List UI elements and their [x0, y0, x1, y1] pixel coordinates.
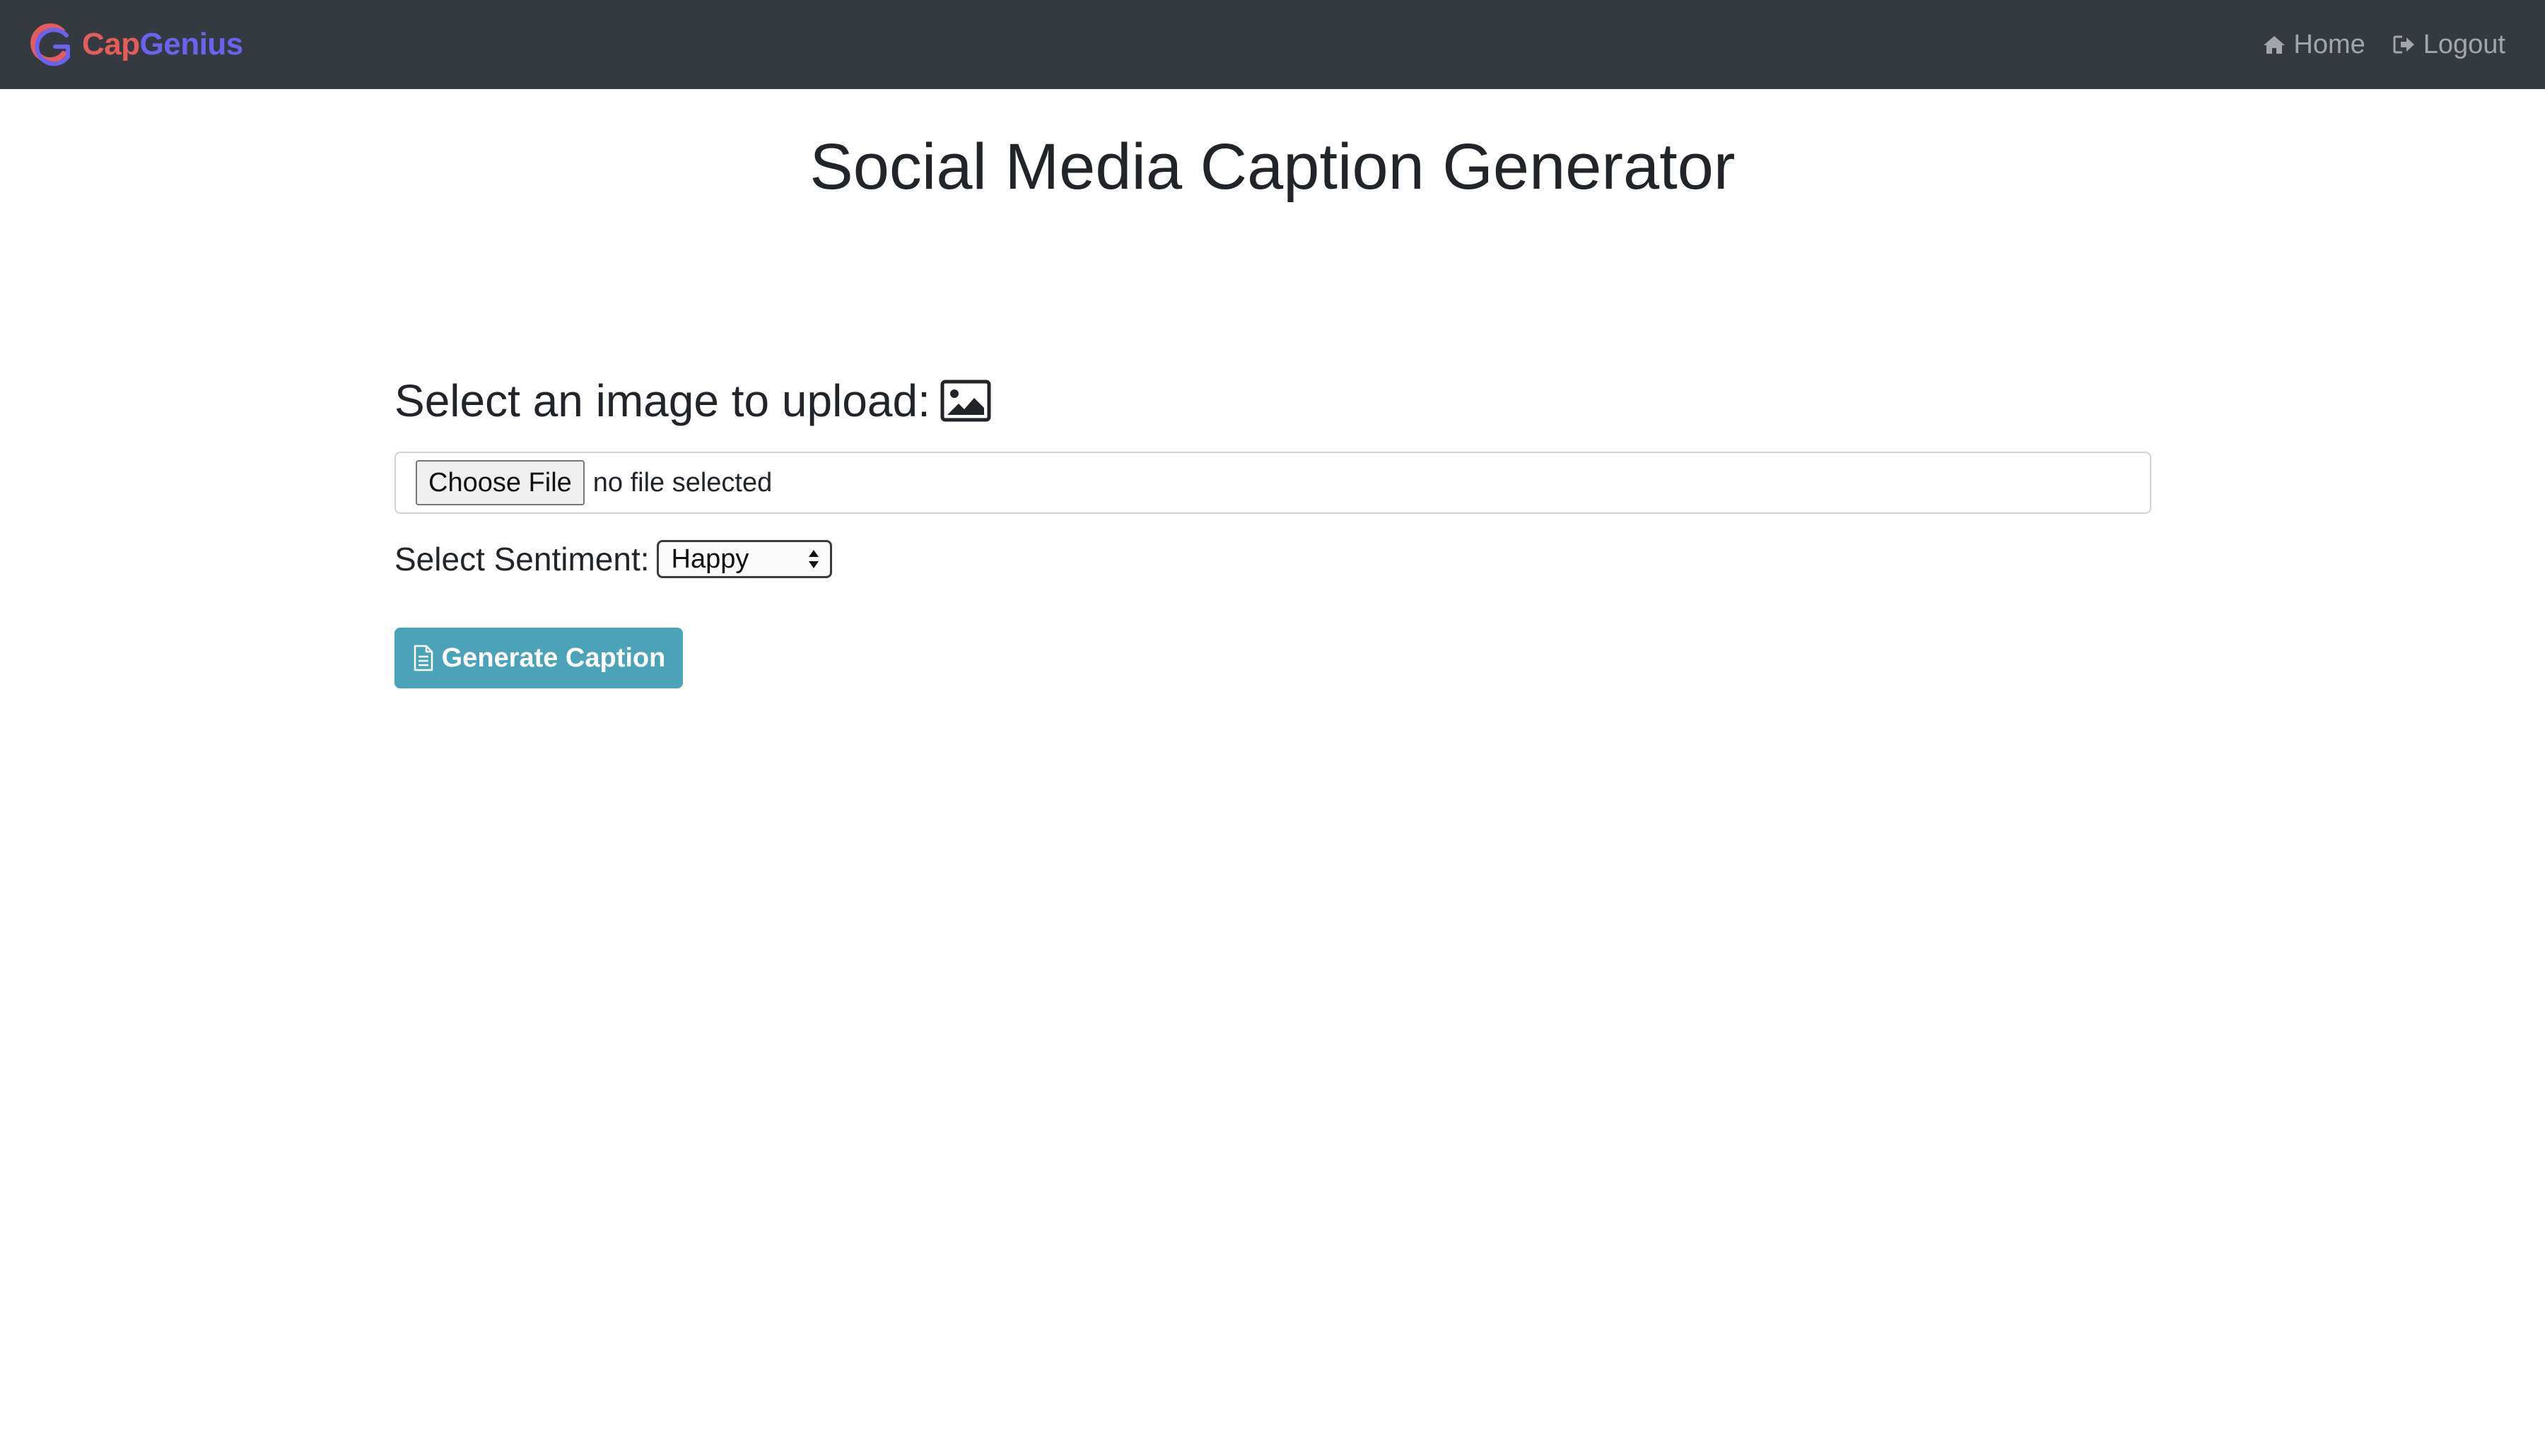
generate-caption-label: Generate Caption: [441, 642, 666, 673]
brand-name-genius: Genius: [139, 27, 244, 61]
nav-links: Home Logout: [2262, 30, 2505, 60]
brand-link[interactable]: CapGenius: [27, 21, 243, 68]
select-arrows-icon: [808, 550, 819, 568]
brand-name-cap: Cap: [82, 27, 140, 61]
sentiment-row: Select Sentiment: Happy: [394, 540, 832, 578]
page-title: Social Media Caption Generator: [809, 131, 1736, 203]
upload-heading: Select an image to upload:: [394, 369, 2151, 433]
capgenius-logo-icon: [30, 23, 70, 66]
image-icon: [940, 380, 991, 422]
sentiment-select[interactable]: Happy: [656, 540, 832, 578]
logout-link[interactable]: Logout: [2392, 30, 2505, 60]
document-icon: [414, 645, 433, 671]
upload-heading-text: Select an image to upload:: [394, 375, 930, 426]
sentiment-label: Select Sentiment:: [394, 541, 650, 577]
file-status: no file selected: [592, 467, 773, 498]
home-icon: [2264, 36, 2286, 54]
generate-caption-button[interactable]: Generate Caption: [394, 628, 683, 688]
home-link-label: Home: [2293, 29, 2365, 59]
file-upload-field[interactable]: Choose File no file selected: [394, 452, 2151, 514]
logout-link-label: Logout: [2423, 29, 2505, 59]
caption-form: Select an image to upload: Choose File n…: [394, 369, 2151, 688]
navbar: CapGenius Home Logout: [0, 0, 2545, 89]
brand-name: CapGenius: [82, 27, 243, 62]
choose-file-button[interactable]: Choose File: [416, 460, 585, 505]
sentiment-selected-value: Happy: [671, 544, 749, 574]
logout-icon: [2393, 35, 2414, 54]
home-link[interactable]: Home: [2262, 30, 2365, 60]
